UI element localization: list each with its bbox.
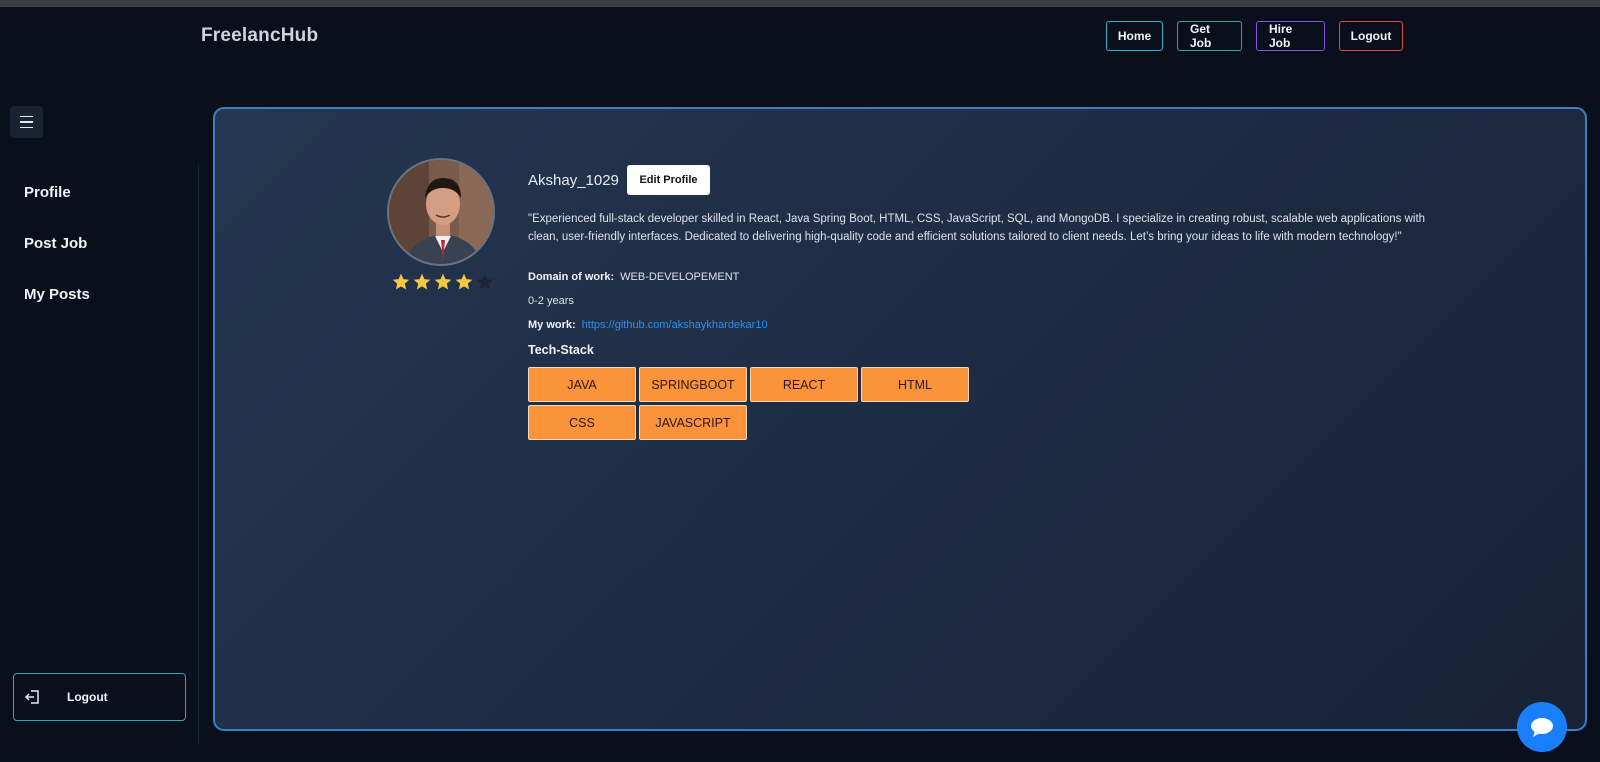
sidebar-item-profile[interactable]: Profile xyxy=(24,184,71,201)
work-link[interactable]: https://github.com/akshaykhardekar10 xyxy=(582,319,768,331)
avatar xyxy=(387,158,495,266)
hamburger-line xyxy=(20,126,33,129)
star-icon xyxy=(413,273,431,290)
star-icon xyxy=(392,273,410,290)
tech-chip: REACT xyxy=(750,367,858,402)
avatar-image xyxy=(389,160,493,264)
star-icon xyxy=(476,273,494,290)
nav-get-job-button[interactable]: Get Job xyxy=(1177,21,1242,51)
top-nav: Home Get Job Hire Job Logout xyxy=(1106,21,1403,51)
domain-field: Domain of work: WEB-DEVELOPEMENT xyxy=(528,271,739,283)
tech-chip: JAVA xyxy=(528,367,636,402)
sidebar-logout-label: Logout xyxy=(67,690,108,704)
work-field: My work: https://github.com/akshaykhardek… xyxy=(528,319,768,331)
tech-stack-title: Tech-Stack xyxy=(528,343,594,357)
edit-profile-button[interactable]: Edit Profile xyxy=(627,165,710,195)
star-icon xyxy=(455,273,473,290)
tech-chip: JAVASCRIPT xyxy=(639,405,747,440)
tech-chip: HTML xyxy=(861,367,969,402)
nav-logout-button[interactable]: Logout xyxy=(1339,21,1403,51)
domain-label: Domain of work: xyxy=(528,271,615,283)
work-label: My work: xyxy=(528,319,576,331)
hamburger-icon[interactable] xyxy=(10,106,43,138)
chat-bubble-icon xyxy=(1531,718,1553,737)
brand-logo[interactable]: FreelancHub xyxy=(201,25,318,47)
browser-top-strip xyxy=(0,0,1600,7)
tech-chip: CSS xyxy=(528,405,636,440)
profile-username: Akshay_1029 xyxy=(528,172,619,189)
tech-stack-list: JAVA SPRINGBOOT REACT HTML CSS JAVASCRIP… xyxy=(528,367,976,440)
sidebar-logout-button[interactable]: Logout xyxy=(13,673,186,721)
nav-hire-job-button[interactable]: Hire Job xyxy=(1256,21,1325,51)
sidebar-item-my-posts[interactable]: My Posts xyxy=(24,286,90,303)
hamburger-line xyxy=(20,115,33,118)
star-icon xyxy=(434,273,452,290)
chat-button[interactable] xyxy=(1517,702,1567,752)
rating-stars xyxy=(391,272,495,292)
logout-icon xyxy=(24,690,39,704)
tech-chip: SPRINGBOOT xyxy=(639,367,747,402)
profile-bio: "Experienced full-stack developer skille… xyxy=(528,213,1426,243)
hamburger-line xyxy=(20,121,33,123)
sidebar-divider xyxy=(198,164,199,744)
domain-value: WEB-DEVELOPEMENT xyxy=(620,271,740,283)
experience-value: 0-2 years xyxy=(528,295,574,307)
nav-home-button[interactable]: Home xyxy=(1106,21,1163,51)
sidebar-item-post-job[interactable]: Post Job xyxy=(24,235,87,252)
